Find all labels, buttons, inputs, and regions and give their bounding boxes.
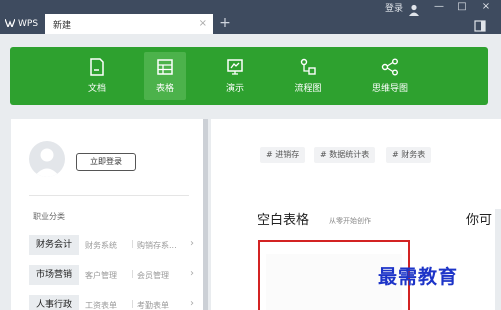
category-main[interactable]: 人事行政 [29,295,79,310]
separator: | [131,269,134,278]
tool-document[interactable]: 文档 [82,52,112,100]
category-sub[interactable]: 客户管理 [85,270,117,281]
title-bar: WPS 新建 × + 登录 — □ × [0,0,501,34]
avatar[interactable] [29,141,65,177]
section-subtitle: 从零开始创作 [329,217,371,225]
minimize-button[interactable]: — [430,0,448,14]
user-sidebar: 立即登录 职业分类 财务会计 财务系统 | 购销存系... › 市场营销 客户管… [11,119,203,310]
tool-label: 流程图 [294,84,322,94]
category-main[interactable]: 财务会计 [29,235,79,255]
chevron-right-icon[interactable]: › [190,298,194,309]
tag-inventory[interactable]: # 进销存 [260,147,306,163]
next-card-edge [495,209,501,310]
sidebar-toggle-icon[interactable] [474,17,488,32]
presentation-icon [227,59,243,75]
wps-logo-icon [4,18,16,30]
table-icon [157,59,173,75]
category-row[interactable]: 财务会计 财务系统 | 购销存系... › [29,235,201,255]
tool-label: 演示 [225,84,244,94]
maximize-button[interactable]: □ [453,0,471,14]
category-sub[interactable]: 考勤表单 [137,300,169,310]
tab-label: 新建 [53,20,72,31]
tool-presentation[interactable]: 演示 [220,52,250,100]
mindmap-icon [381,58,398,76]
scrollbar[interactable] [203,119,208,310]
separator: | [131,239,134,248]
tool-label: 表格 [155,84,174,94]
category-title: 职业分类 [33,212,65,221]
category-row[interactable]: 市场营销 客户管理 | 会员管理 › [29,265,201,285]
document-icon [90,58,104,76]
close-button[interactable]: × [477,0,495,14]
wps-logo-text: WPS [18,19,39,29]
category-sub[interactable]: 财务系统 [85,240,117,251]
category-sub[interactable]: 工资表单 [85,300,117,310]
tool-label: 文档 [87,84,106,94]
tag-statistics[interactable]: # 数据统计表 [314,147,376,163]
watermark: 最需教育 [378,266,459,288]
category-main[interactable]: 市场营销 [29,265,79,285]
category-sub[interactable]: 会员管理 [137,270,169,281]
separator: | [131,299,134,308]
tool-label: 思维导图 [371,84,408,94]
category-sub[interactable]: 购销存系... [137,240,177,251]
login-button[interactable]: 立即登录 [76,153,136,171]
tool-flowchart[interactable]: 流程图 [288,52,328,100]
tool-mindmap[interactable]: 思维导图 [365,52,415,100]
divider [29,195,189,196]
flowchart-icon [300,58,316,75]
user-icon[interactable] [408,1,420,16]
new-tab-button[interactable]: + [216,15,234,33]
chevron-right-icon[interactable]: › [190,268,194,279]
tab-close-icon[interactable]: × [199,18,207,29]
section-title-blank: 空白表格 [257,213,310,228]
tool-spreadsheet[interactable]: 表格 [144,52,186,100]
category-row[interactable]: 人事行政 工资表单 | 考勤表单 › [29,295,201,310]
tab-new[interactable]: 新建 × [45,14,213,34]
section-title-recommend: 你可 [466,213,493,228]
new-file-toolbar: 文档 表格 演示 流程图 思维导图 [10,47,488,105]
wps-logo-tab[interactable]: WPS [0,14,45,34]
chevron-right-icon[interactable]: › [190,238,194,249]
login-link[interactable]: 登录 [385,1,403,14]
tag-finance[interactable]: # 财务表 [386,147,432,163]
